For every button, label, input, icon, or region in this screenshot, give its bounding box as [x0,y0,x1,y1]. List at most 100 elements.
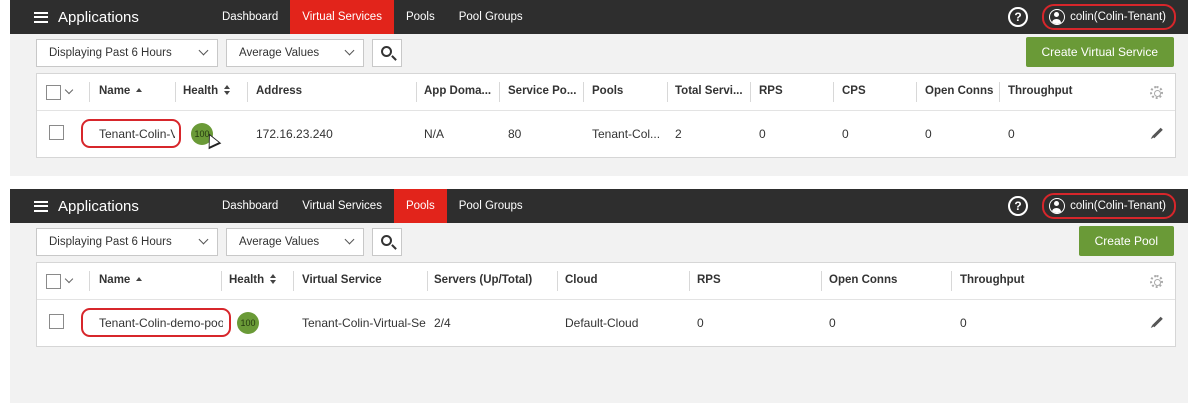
col-health-header[interactable]: Health [229,274,277,286]
search-button[interactable] [372,228,402,256]
tab-pools[interactable]: Pools [394,0,447,34]
cps-value: 0 [842,127,849,141]
user-name: colin(Colin-Tenant) [1070,200,1166,212]
value-mode-select[interactable]: Average Values [226,228,364,256]
col-rps-header[interactable]: RPS [697,274,721,286]
throughput-value: 0 [1008,127,1015,141]
col-name-header[interactable]: Name [99,85,143,97]
user-avatar-icon [1049,9,1066,25]
col-address-header[interactable]: Address [256,85,302,97]
table-row[interactable]: Tenant-Colin-demo-poo 100 Tenant-Colin-V… [37,300,1175,346]
row-checkbox[interactable] [49,314,64,329]
chevron-down-icon [198,45,209,56]
table-controls: Displaying Past 6 Hours Average Values C… [10,34,1188,74]
time-range-value: Displaying Past 6 Hours [49,47,172,59]
col-throughput-header[interactable]: Throughput [1008,85,1073,97]
pools-value[interactable]: Tenant-Col... [592,127,660,141]
user-avatar-icon [1049,198,1066,214]
table-controls: Displaying Past 6 Hours Average Values C… [10,223,1188,263]
time-range-value: Displaying Past 6 Hours [49,236,172,248]
table-row[interactable]: Tenant-Colin-V 100 172.16.23.240 N/A 80 … [37,111,1175,157]
sort-icon [224,85,231,95]
col-app-domain-header[interactable]: App Doma... [424,85,491,97]
pool-name-link[interactable]: Tenant-Colin-demo-poo [99,316,223,330]
gear-icon[interactable] [1150,275,1163,288]
main-nav: Dashboard Virtual Services Pools Pool Gr… [210,0,535,34]
tab-pools[interactable]: Pools [393,189,447,223]
total-servers-value: 2 [675,127,682,141]
gear-icon[interactable] [1150,86,1163,99]
app-title: Applications [58,197,139,215]
user-menu-button[interactable]: colin(Colin-Tenant) [1042,4,1176,30]
table-header: Name Health Virtual Service Servers (Up/… [37,263,1175,300]
sort-ascending-icon [136,277,143,281]
vs-name-link[interactable]: Tenant-Colin-V [99,127,175,141]
hamburger-menu-icon[interactable] [34,11,48,23]
sort-icon [270,274,277,284]
throughput-value: 0 [960,316,967,330]
col-rps-header[interactable]: RPS [759,85,783,97]
app-title: Applications [58,8,139,26]
col-pools-header[interactable]: Pools [592,85,623,97]
tab-virtual-services[interactable]: Virtual Services [290,0,394,34]
col-cloud-header[interactable]: Cloud [565,274,598,286]
chevron-down-icon [344,234,355,245]
col-virtual-service-header[interactable]: Virtual Service [302,274,382,286]
col-total-servers-header[interactable]: Total Servi... [675,85,743,97]
tab-pool-groups[interactable]: Pool Groups [447,189,535,223]
user-menu-button[interactable]: colin(Colin-Tenant) [1042,193,1176,219]
rps-value: 0 [697,316,704,330]
col-open-conns-header[interactable]: Open Conns [829,274,897,286]
table-header: Name Health Address App Doma... Service … [37,74,1175,111]
chevron-down-icon[interactable] [64,85,74,95]
time-range-select[interactable]: Displaying Past 6 Hours [36,39,218,67]
cloud-value: Default-Cloud [565,316,639,330]
col-throughput-header[interactable]: Throughput [960,274,1025,286]
address-value: 172.16.23.240 [256,127,333,141]
virtual-services-panel: Applications Dashboard Virtual Services … [10,0,1188,176]
pools-panel: Applications Dashboard Virtual Services … [10,189,1188,403]
time-range-select[interactable]: Displaying Past 6 Hours [36,228,218,256]
search-button[interactable] [372,39,402,67]
chevron-down-icon [198,234,209,245]
row-checkbox[interactable] [49,125,64,140]
value-mode-value: Average Values [239,47,320,59]
select-all-checkbox[interactable] [46,274,61,289]
edit-icon[interactable] [1152,127,1163,139]
col-service-port-header[interactable]: Service Po... [508,85,576,97]
create-pool-button[interactable]: Create Pool [1078,226,1174,256]
main-nav: Dashboard Virtual Services Pools Pool Gr… [210,189,535,223]
service-port-value: 80 [508,127,522,141]
value-mode-value: Average Values [239,236,320,248]
chevron-down-icon[interactable] [64,274,74,284]
col-name-header[interactable]: Name [99,274,143,286]
create-virtual-service-button[interactable]: Create Virtual Service [1025,37,1174,67]
help-icon[interactable]: ? [1008,7,1028,27]
open-conns-value: 0 [925,127,932,141]
search-icon [381,46,392,57]
tab-dashboard[interactable]: Dashboard [210,189,290,223]
edit-icon[interactable] [1152,316,1163,328]
top-nav-bar: Applications Dashboard Virtual Services … [10,0,1188,34]
col-servers-header[interactable]: Servers (Up/Total) [434,274,532,286]
app-domain-value: N/A [424,127,445,141]
open-conns-value: 0 [829,316,836,330]
col-open-conns-header[interactable]: Open Conns [925,85,993,97]
user-name: colin(Colin-Tenant) [1070,11,1166,23]
health-score-badge[interactable]: 100 [237,312,259,334]
virtual-service-value[interactable]: Tenant-Colin-Virtual-Se [302,316,426,330]
chevron-down-icon [344,45,355,56]
hamburger-menu-icon[interactable] [34,200,48,212]
virtual-services-table: Name Health Address App Doma... Service … [36,73,1176,158]
tab-virtual-services[interactable]: Virtual Services [290,189,394,223]
servers-value: 2/4 [434,316,451,330]
sort-ascending-icon [136,88,143,92]
tab-dashboard[interactable]: Dashboard [210,0,290,34]
value-mode-select[interactable]: Average Values [226,39,364,67]
select-all-checkbox[interactable] [46,85,61,100]
col-cps-header[interactable]: CPS [842,85,866,97]
search-icon [381,235,392,246]
tab-pool-groups[interactable]: Pool Groups [447,0,535,34]
help-icon[interactable]: ? [1008,196,1028,216]
col-health-header[interactable]: Health [183,85,231,97]
